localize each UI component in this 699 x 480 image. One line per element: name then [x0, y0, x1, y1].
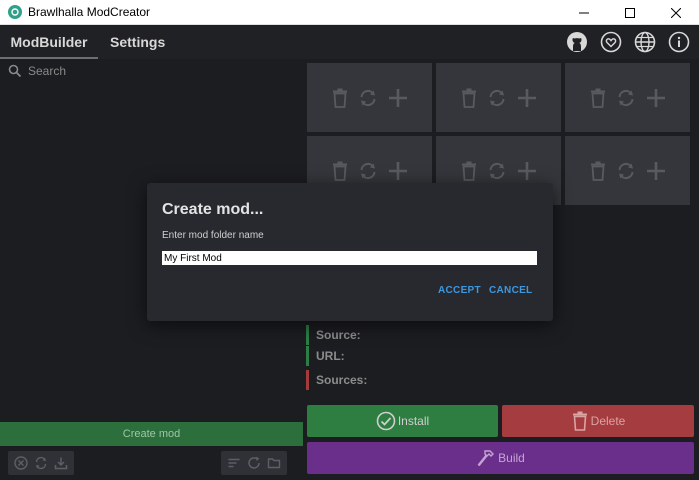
dialog-title: Create mod... — [162, 201, 264, 218]
tab-modbuilder[interactable]: ModBuilder — [0, 26, 98, 59]
heart-icon[interactable] — [599, 30, 623, 54]
minimize-button[interactable] — [561, 0, 607, 25]
app-header: ModBuilder Settings — [0, 26, 699, 59]
close-window-button[interactable] — [653, 0, 699, 25]
title-bar: Brawlhalla ModCreator — [0, 0, 699, 25]
mod-folder-name-input[interactable] — [162, 251, 537, 265]
dialog-prompt: Enter mod folder name — [162, 230, 264, 241]
info-icon[interactable] — [667, 30, 691, 54]
window-title: Brawlhalla ModCreator — [28, 5, 151, 19]
github-icon[interactable] — [565, 30, 589, 54]
create-mod-dialog: Create mod... Enter mod folder name ACCE… — [147, 183, 553, 321]
accept-button[interactable]: ACCEPT — [438, 285, 481, 296]
app-logo-icon — [8, 5, 22, 19]
cancel-button[interactable]: CANCEL — [489, 285, 532, 296]
globe-icon[interactable] — [633, 30, 657, 54]
maximize-button[interactable] — [607, 0, 653, 25]
tab-settings[interactable]: Settings — [110, 26, 165, 59]
